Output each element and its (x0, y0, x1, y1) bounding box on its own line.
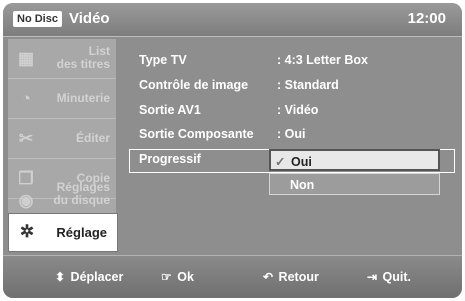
film-icon: ▦ (17, 49, 35, 68)
setting-key: Sortie AV1 (139, 103, 201, 117)
up-down-arrow-icon: ⬍ (55, 270, 66, 284)
dropdown-option-label: Oui (291, 155, 312, 169)
sidebar-item-label: Réglage (56, 225, 107, 240)
clock: 12:00 (407, 10, 446, 27)
setting-key: Contrôle de image (139, 78, 249, 92)
dropdown-option-non[interactable]: Non (269, 173, 440, 195)
sidebar-item-timer[interactable]: ◔ Minuterie (8, 79, 116, 119)
gear-icon: ✲ (19, 222, 35, 241)
osd-frame: No Disc Vidéo 12:00 ▦ List des titres ◔ … (3, 3, 462, 298)
exit-icon: ⇥ (367, 270, 378, 284)
scissors-icon: ✂ (18, 129, 34, 148)
sidebar-item-label: Réglages du disque (53, 180, 110, 207)
sidebar-item-edit[interactable]: ✂ Éditer (8, 119, 116, 159)
setting-key: Sortie Composante (139, 127, 254, 141)
sidebar-item-setup[interactable]: ✲ Réglage (8, 213, 118, 252)
setting-value: : Oui (277, 127, 306, 141)
header-bar: No Disc Vidéo 12:00 (3, 3, 462, 37)
ok-hint: ☞ Ok (161, 270, 194, 284)
back-hint: ↶ Retour (263, 270, 319, 284)
checkmark-icon: ✓ (275, 155, 286, 169)
ok-label: Ok (177, 270, 194, 284)
sidebar-item-label: Éditer (75, 131, 110, 145)
dropdown-option-oui[interactable]: ✓ Oui (269, 149, 440, 171)
sidebar-item-disc-settings[interactable]: ◉ Réglages du disque (8, 181, 116, 213)
setting-value: : Standard (277, 78, 339, 92)
dropdown-option-label: Non (290, 178, 315, 192)
no-disc-badge: No Disc (13, 11, 62, 27)
return-icon: ↶ (263, 270, 274, 284)
quit-label: Quit. (382, 270, 412, 284)
footer-bar: ⬍ Déplacer ☞ Ok ↶ Retour ⇥ Quit. (3, 255, 462, 298)
setting-key: Type TV (139, 53, 187, 67)
setting-key: Progressif (139, 152, 201, 166)
setting-value: : Vidéo (277, 103, 319, 117)
timer-icon: ◔ (20, 89, 32, 108)
sidebar-item-label: Minuterie (56, 91, 110, 105)
quit-hint: ⇥ Quit. (367, 270, 411, 284)
disc-settings-icon: ◉ (18, 191, 34, 210)
page-title: Vidéo (69, 10, 110, 27)
move-label: Déplacer (70, 270, 124, 284)
sidebar-item-title-list[interactable]: ▦ List des titres (8, 39, 116, 79)
move-hint: ⬍ Déplacer (55, 270, 123, 284)
copy-icon: ❐ (18, 169, 34, 188)
back-label: Retour (278, 270, 319, 284)
enter-icon: ☞ (161, 270, 172, 284)
setting-value: : 4:3 Letter Box (277, 53, 368, 67)
sidebar-item-label: List des titres (56, 44, 110, 71)
